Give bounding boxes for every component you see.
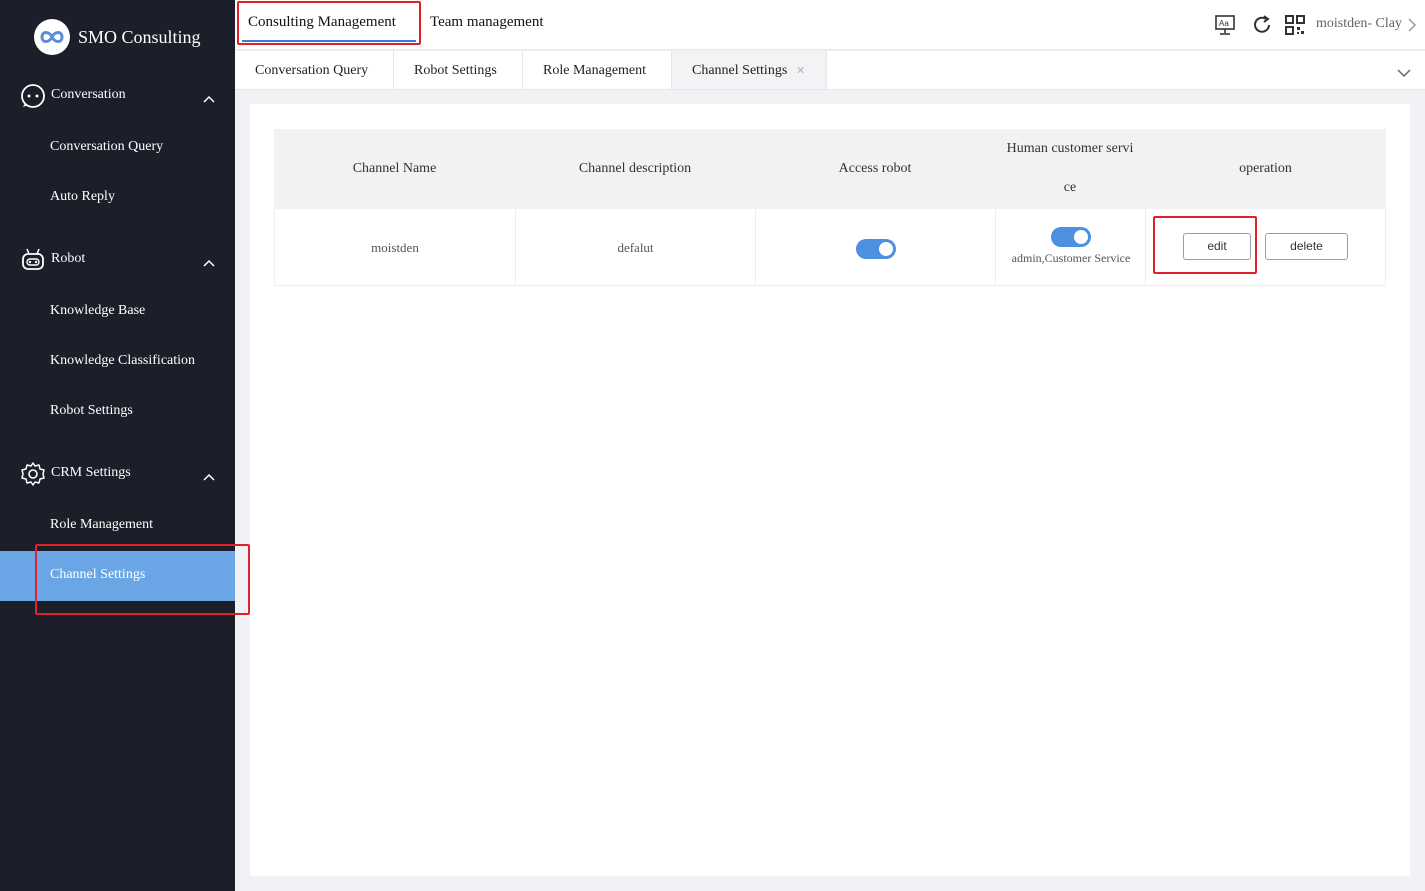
sidebar-item-label: Role Management <box>50 517 154 532</box>
translate-icon[interactable]: Aa <box>1214 14 1236 36</box>
svg-text:Aa: Aa <box>1219 19 1229 28</box>
column-header: Access robot <box>838 161 912 176</box>
main-content: Channel Name Channel description Access … <box>250 104 1410 876</box>
top-tab-label: Team management <box>430 14 544 30</box>
user-name[interactable]: moistden- Clay <box>1316 16 1402 32</box>
menu-group-label: Conversation <box>51 87 126 102</box>
top-tab-label: Consulting Management <box>248 14 396 30</box>
sidebar-item-conversation-query[interactable]: Conversation Query <box>0 123 235 173</box>
brand[interactable]: SMO Consulting <box>34 19 201 55</box>
view-tab-label: Robot Settings <box>414 63 497 78</box>
cell-access-robot <box>756 209 996 285</box>
chevron-down-icon[interactable] <box>1397 65 1411 83</box>
tab-consulting-management[interactable]: Consulting Management <box>242 0 416 50</box>
tab-role-management[interactable]: Role Management <box>523 51 672 89</box>
close-icon[interactable]: ✕ <box>796 64 805 77</box>
active-underline <box>242 40 416 42</box>
sidebar-item-knowledge-classification[interactable]: Knowledge Classification <box>0 337 235 387</box>
switch-knob <box>1074 230 1088 244</box>
switch-knob <box>879 242 893 256</box>
sidebar-item-auto-reply[interactable]: Auto Reply <box>0 173 235 223</box>
robot-icon <box>20 247 46 273</box>
brand-logo-icon <box>34 19 70 55</box>
human-service-switch[interactable] <box>1051 227 1091 247</box>
menu-group-crm-settings[interactable]: CRM Settings <box>0 449 235 499</box>
gear-icon <box>20 461 46 487</box>
tab-team-management[interactable]: Team management <box>430 0 560 50</box>
chevron-right-icon[interactable] <box>1407 18 1417 40</box>
table-header: Channel Name Channel description Access … <box>274 129 1386 209</box>
cell-channel-name: moistden <box>275 209 516 285</box>
brand-name: SMO Consulting <box>78 26 201 47</box>
menu-group-label: Robot <box>51 251 86 266</box>
access-robot-switch[interactable] <box>856 239 896 259</box>
cell-operation: edit delete <box>1146 209 1385 285</box>
chat-face-icon <box>20 83 46 109</box>
view-tabs: Conversation Query Robot Settings Role M… <box>235 51 1425 90</box>
human-service-agents: admin,Customer Service <box>1011 251 1131 265</box>
column-header: Channel description <box>578 161 692 176</box>
sidebar-item-label: Knowledge Base <box>50 303 146 318</box>
tab-channel-settings[interactable]: Channel Settings ✕ <box>672 51 827 89</box>
view-tab-label: Channel Settings <box>692 63 788 78</box>
menu-group-robot[interactable]: Robot <box>0 235 235 285</box>
table-row: moistden defalut admin,Customer Service … <box>274 209 1386 286</box>
cell-human-service: admin,Customer Service <box>996 209 1146 285</box>
qr-code-icon[interactable] <box>1284 14 1306 36</box>
sidebar-item-role-management[interactable]: Role Management <box>0 501 235 551</box>
delete-button[interactable]: delete <box>1265 233 1348 260</box>
sidebar-item-knowledge-base[interactable]: Knowledge Base <box>0 287 235 337</box>
column-header: operation <box>1239 161 1292 176</box>
column-header: Channel Name <box>352 161 437 176</box>
column-header: Human customer servi ce <box>1006 141 1134 195</box>
edit-button[interactable]: edit <box>1183 233 1251 260</box>
chevron-up-icon <box>202 469 216 481</box>
view-tab-label: Role Management <box>543 63 647 78</box>
sidebar-item-label: Auto Reply <box>50 189 115 204</box>
sidebar-item-robot-settings[interactable]: Robot Settings <box>0 387 235 437</box>
menu-group-label: CRM Settings <box>51 465 131 480</box>
top-bar: Consulting Management Team management Aa… <box>235 0 1425 50</box>
cell-description: defalut <box>516 209 756 285</box>
refresh-icon[interactable] <box>1251 14 1273 36</box>
sidebar-item-label: Conversation Query <box>50 139 164 154</box>
sidebar: SMO Consulting Conversation Conversation… <box>0 0 235 891</box>
view-tab-label: Conversation Query <box>255 63 369 78</box>
sidebar-item-label: Knowledge Classification <box>50 353 196 368</box>
tab-robot-settings[interactable]: Robot Settings <box>394 51 523 89</box>
sidebar-item-channel-settings[interactable]: Channel Settings <box>0 551 235 601</box>
chevron-up-icon <box>202 91 216 103</box>
chevron-up-icon <box>202 255 216 267</box>
sidebar-item-label: Channel Settings <box>50 567 146 582</box>
menu-group-conversation[interactable]: Conversation <box>0 71 235 121</box>
sidebar-item-label: Robot Settings <box>50 403 133 418</box>
tab-conversation-query[interactable]: Conversation Query <box>235 51 394 89</box>
